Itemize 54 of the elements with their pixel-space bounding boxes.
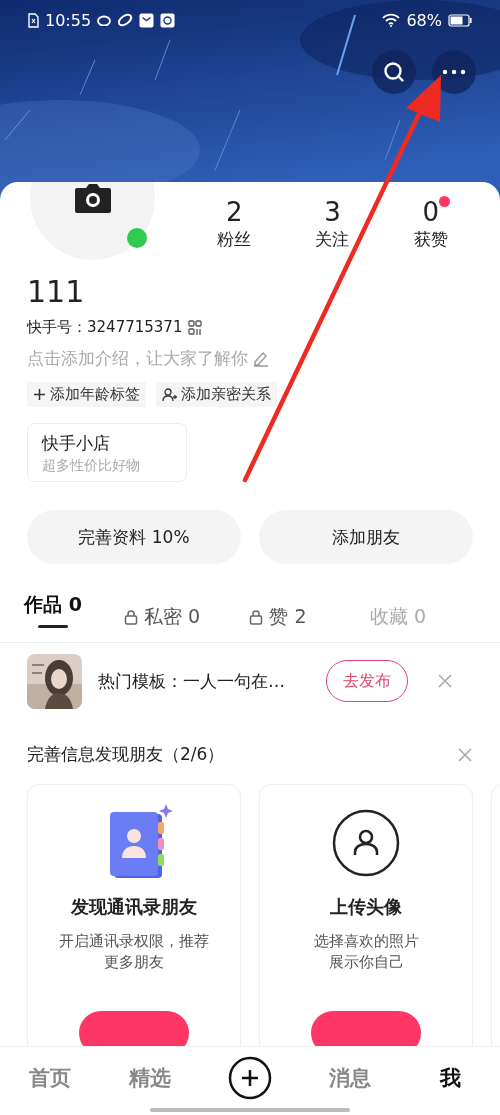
card-action-button[interactable] xyxy=(311,1011,421,1046)
account-id: 快手号：3247715371 xyxy=(27,318,183,337)
card-title: 上传头像 xyxy=(330,895,402,919)
lock-icon xyxy=(249,609,264,625)
more-icon xyxy=(442,69,466,75)
card-description: 开启通讯录权限，推荐 xyxy=(59,931,209,952)
clock-time: 10:55 xyxy=(45,10,92,30)
camera-icon xyxy=(73,182,112,214)
plus-icon xyxy=(228,1056,272,1100)
person-plus-icon xyxy=(162,387,177,402)
action-button[interactable]: 添加朋友 xyxy=(259,510,473,564)
close-icon[interactable] xyxy=(438,674,452,688)
section-title: 完善信息发现朋友（2/6） xyxy=(27,743,225,766)
nav-tab[interactable]: 精选 xyxy=(100,1064,200,1092)
search-icon xyxy=(383,61,405,83)
qr-code-icon[interactable] xyxy=(188,319,203,336)
card-description: 展示你自己 xyxy=(327,952,405,973)
profile-tab[interactable]: 私密 0 xyxy=(104,592,220,642)
tag-chip[interactable]: 添加亲密关系 xyxy=(156,382,277,407)
stat-label[interactable]: 粉丝 xyxy=(217,228,252,250)
shop-card[interactable]: 快手小店 超多性价比好物 xyxy=(27,423,187,482)
sim-card-icon xyxy=(28,12,39,28)
shop-subtitle: 超多性价比好物 xyxy=(42,457,141,475)
stat-label[interactable]: 关注 xyxy=(315,228,350,250)
card-title: 发现通讯录朋友 xyxy=(71,895,197,919)
stat-count[interactable]: 2 xyxy=(225,196,243,228)
user-name: 111 xyxy=(27,274,86,310)
eye-icon xyxy=(97,14,112,26)
nav-tab[interactable]: 消息 xyxy=(300,1064,400,1092)
card-description: 选择喜欢的照片 xyxy=(313,931,419,952)
battery-percent: 68% xyxy=(406,10,442,30)
card-description: 更多朋友 xyxy=(103,952,165,973)
ring-icon xyxy=(117,12,134,28)
nav-tab[interactable]: 首页 xyxy=(0,1064,100,1092)
profile-tab[interactable]: 作品 0 xyxy=(10,580,96,630)
action-button[interactable]: 完善资料 10% xyxy=(27,510,241,564)
plus-icon xyxy=(33,388,46,401)
lock-icon xyxy=(123,609,138,625)
close-icon[interactable] xyxy=(458,747,472,762)
suggestion-card[interactable]: 上传头像 选择喜欢的照片 展示你自己 xyxy=(259,784,473,1046)
nav-tab[interactable]: 我 xyxy=(400,1064,500,1092)
stat-count[interactable]: 3 xyxy=(324,196,341,228)
profile-tab[interactable]: 赞 2 xyxy=(220,592,336,642)
user-icon xyxy=(331,807,401,878)
shop-title: 快手小店 xyxy=(42,432,111,455)
wifi-icon xyxy=(382,13,401,27)
tag-chip[interactable]: 添加年龄标签 xyxy=(27,382,146,407)
publish-button[interactable]: 去发布 xyxy=(326,660,408,702)
battery-icon xyxy=(448,13,472,27)
stat-label[interactable]: 获赞 xyxy=(413,228,448,250)
card-action-button[interactable] xyxy=(79,1011,189,1046)
pencil-icon[interactable] xyxy=(252,349,270,368)
stat-count[interactable]: 0 xyxy=(422,196,440,228)
template-title[interactable]: 热门模板：一人一句在… xyxy=(98,669,326,693)
